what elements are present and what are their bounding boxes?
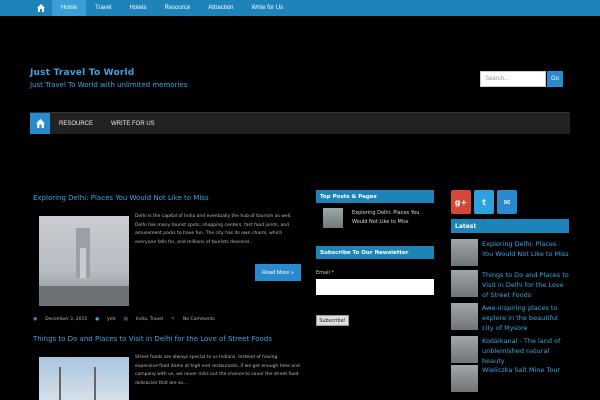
google-plus-icon[interactable]: g+ [451, 190, 471, 214]
latest-thumbnail[interactable] [451, 239, 478, 266]
site-tagline: Just Travel To World with unlimited memo… [30, 81, 188, 89]
post-excerpt: Delhi is the capital of India and eventu… [135, 214, 292, 245]
latest-link[interactable]: Awe-inspiring places to explore in the b… [482, 303, 569, 333]
email-field[interactable] [316, 279, 434, 295]
site-title[interactable]: Just Travel To World [30, 68, 134, 78]
twitter-icon[interactable]: t [474, 190, 494, 214]
post-meta: ▣ December 3, 2015 ● yeti ▤ India, Trave… [33, 317, 303, 322]
top-post-thumbnail[interactable] [323, 208, 343, 228]
read-more-button[interactable]: Read More » [255, 264, 301, 281]
latest-item[interactable]: Things to Do and Places to Visit in Delh… [451, 270, 569, 300]
road-image [39, 286, 129, 306]
search-input[interactable]: Search... [480, 71, 546, 87]
top-post-link[interactable]: Exploring Delhi: Places You Would Not Li… [352, 209, 432, 227]
topnav-hotels[interactable]: Hotels [120, 0, 155, 16]
subscribe-button[interactable]: Subscribe! [316, 315, 349, 326]
india-gate-image [76, 228, 90, 278]
latest-item[interactable]: Exploring Delhi: Places You Would Not Li… [451, 239, 569, 266]
latest-link[interactable]: Things to Do and Places to Visit in Delh… [482, 270, 569, 300]
topnav-write-for-us[interactable]: Write for Us [243, 0, 293, 16]
author-icon: ● [95, 317, 100, 322]
mainnav-write-for-us[interactable]: WRITE FOR US [102, 113, 164, 134]
post-comments[interactable]: No Comments [183, 317, 215, 322]
latest-thumbnail[interactable] [451, 365, 478, 392]
latest-thumbnail[interactable] [451, 303, 478, 330]
home-icon[interactable] [30, 113, 50, 134]
latest-thumbnail[interactable] [451, 336, 478, 363]
topnav-resource[interactable]: Resource [155, 0, 199, 16]
latest-link[interactable]: Wieliczka Salt Mine Tour [482, 365, 560, 392]
post-categories[interactable]: India, Travel [136, 317, 163, 322]
latest-item[interactable]: Awe-inspiring places to explore in the b… [451, 303, 569, 333]
folder-icon: ▤ [123, 317, 128, 322]
latest-item[interactable]: Wieliczka Salt Mine Tour [451, 365, 569, 392]
topnav-attraction[interactable]: Attraction [199, 0, 242, 16]
lamp-pole-image [94, 367, 96, 400]
post-thumbnail[interactable] [39, 357, 129, 400]
widget-title: Subscribe To Our Newsletter [316, 246, 434, 259]
top-navigation: Home Travel Hotels Resource Attraction W… [0, 0, 600, 16]
post-author[interactable]: yeti [107, 317, 115, 322]
mainnav-resource[interactable]: RESOURCE [50, 113, 102, 134]
widget-title: Top Posts & Pages [316, 190, 434, 203]
home-icon[interactable] [30, 0, 52, 16]
latest-thumbnail[interactable] [451, 270, 478, 297]
email-icon[interactable]: ✉ [497, 190, 517, 214]
latest-title: Latest [451, 219, 569, 233]
lamp-pole-image [59, 367, 61, 400]
search-button[interactable]: Go [547, 71, 563, 87]
email-label: Email * [316, 270, 334, 276]
latest-link[interactable]: Exploring Delhi: Places You Would Not Li… [482, 239, 569, 266]
post-title[interactable]: Exploring Delhi: Places You Would Not Li… [33, 194, 209, 202]
post-date: December 3, 2015 [45, 317, 88, 322]
post-title[interactable]: Things to Do and Places to Visit in Delh… [33, 335, 272, 343]
latest-item[interactable]: Kodaikanal - The land of unblemished nat… [451, 336, 569, 366]
topnav-home[interactable]: Home [52, 0, 87, 16]
latest-link[interactable]: Kodaikanal - The land of unblemished nat… [482, 336, 569, 366]
topnav-travel[interactable]: Travel [86, 0, 120, 16]
calendar-icon: ▣ [33, 317, 38, 322]
post-thumbnail[interactable] [39, 216, 129, 306]
main-navigation: RESOURCE WRITE FOR US [30, 112, 570, 134]
comment-icon: ✎ [171, 317, 175, 322]
post-excerpt: Street foods are always special to us In… [135, 355, 300, 386]
